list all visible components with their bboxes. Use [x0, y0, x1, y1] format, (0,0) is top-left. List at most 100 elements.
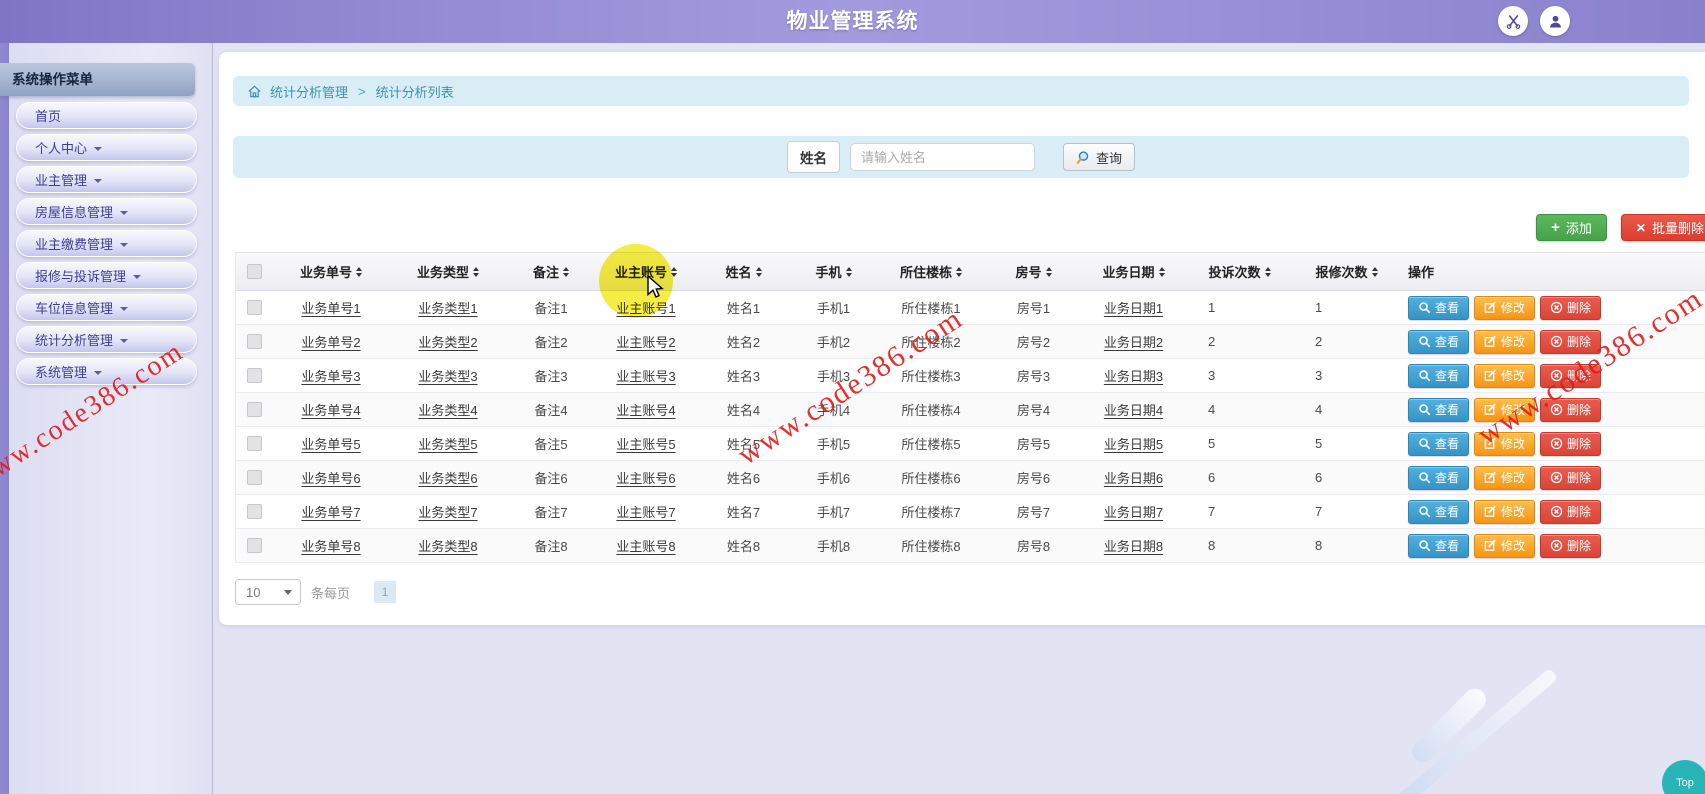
view-button[interactable]: 查看: [1408, 533, 1470, 558]
edit-button[interactable]: 修改: [1474, 533, 1536, 558]
edit-button[interactable]: 修改: [1474, 499, 1536, 524]
cell-owner-account[interactable]: 业主账号6: [596, 461, 696, 494]
row-checkbox[interactable]: [246, 368, 262, 383]
cell-business-type[interactable]: 业务类型7: [390, 495, 506, 528]
add-button[interactable]: + 添加: [1536, 214, 1607, 241]
sidebar-item-statistics-management[interactable]: 统计分析管理: [16, 326, 197, 353]
cell-owner-account[interactable]: 业主账号1: [596, 291, 696, 324]
cell-order-no[interactable]: 业务单号5: [272, 427, 390, 460]
pagination: 10 条每页 1: [235, 579, 1705, 605]
view-button[interactable]: 查看: [1408, 465, 1470, 490]
magnifier-icon: [1419, 472, 1431, 484]
cell-order-no[interactable]: 业务单号3: [272, 359, 390, 392]
row-checkbox[interactable]: [246, 334, 262, 349]
breadcrumb-parent[interactable]: 统计分析管理: [270, 82, 348, 101]
column-remark[interactable]: 备注: [506, 253, 596, 290]
delete-button[interactable]: 删除: [1540, 329, 1602, 354]
select-all-checkbox[interactable]: [246, 264, 262, 279]
cell-business-date[interactable]: 业务日期7: [1081, 495, 1186, 528]
cell-business-type[interactable]: 业务类型5: [390, 427, 506, 460]
row-checkbox[interactable]: [246, 436, 262, 451]
sidebar-item-system-management[interactable]: 系统管理: [16, 358, 197, 385]
cell-business-date[interactable]: 业务日期4: [1081, 393, 1186, 426]
column-room-no[interactable]: 房号: [986, 253, 1081, 290]
cell-owner-account[interactable]: 业主账号3: [596, 359, 696, 392]
sidebar-item-home[interactable]: 首页: [16, 102, 197, 129]
delete-button[interactable]: 删除: [1540, 431, 1602, 456]
cell-name: 姓名3: [726, 369, 761, 384]
cell-owner-account[interactable]: 业主账号7: [596, 495, 696, 528]
cell-order-no[interactable]: 业务单号7: [272, 495, 390, 528]
edit-button[interactable]: 修改: [1474, 465, 1536, 490]
cell-order-no[interactable]: 业务单号1: [272, 291, 390, 324]
batch-delete-button[interactable]: ✕ 批量删除: [1620, 214, 1705, 241]
cell-order-no[interactable]: 业务单号2: [272, 325, 390, 358]
cell-business-type[interactable]: 业务类型4: [390, 393, 506, 426]
cell-order-no[interactable]: 业务单号4: [272, 393, 390, 426]
edit-button[interactable]: 修改: [1474, 431, 1536, 456]
cell-business-date[interactable]: 业务日期8: [1081, 529, 1186, 562]
cell-order-no[interactable]: 业务单号6: [272, 461, 390, 494]
cell-owner-account[interactable]: 业主账号5: [596, 427, 696, 460]
column-business-date[interactable]: 业务日期: [1081, 253, 1186, 290]
column-business-type[interactable]: 业务类型: [390, 253, 506, 290]
delete-button[interactable]: 删除: [1540, 499, 1602, 524]
column-order-no[interactable]: 业务单号: [272, 253, 390, 290]
sidebar-item-owner-management[interactable]: 业主管理: [16, 166, 197, 193]
cell-business-type[interactable]: 业务类型3: [390, 359, 506, 392]
delete-button[interactable]: 删除: [1540, 465, 1602, 490]
cell-order-no[interactable]: 业务单号8: [272, 529, 390, 562]
view-button[interactable]: 查看: [1408, 329, 1470, 354]
view-button[interactable]: 查看: [1408, 397, 1470, 422]
magnifier-icon: [1419, 540, 1431, 552]
scissors-icon[interactable]: [1498, 6, 1528, 36]
edit-button[interactable]: 修改: [1474, 329, 1536, 354]
row-checkbox[interactable]: [246, 538, 262, 553]
back-to-top-button[interactable]: Top: [1662, 760, 1705, 794]
edit-icon: [1484, 301, 1496, 313]
user-icon[interactable]: [1540, 6, 1570, 36]
column-building[interactable]: 所住楼栋: [876, 253, 986, 290]
view-button[interactable]: 查看: [1408, 431, 1470, 456]
column-owner-account[interactable]: 业主账号: [596, 253, 696, 290]
delete-button[interactable]: 删除: [1540, 295, 1602, 320]
pagination-page-1[interactable]: 1: [374, 581, 397, 603]
cell-business-date[interactable]: 业务日期1: [1081, 291, 1186, 324]
cell-business-date[interactable]: 业务日期5: [1081, 427, 1186, 460]
cell-business-type[interactable]: 业务类型6: [390, 461, 506, 494]
view-button[interactable]: 查看: [1408, 295, 1470, 320]
sidebar-item-owner-payment-management[interactable]: 业主缴费管理: [16, 230, 197, 257]
edit-button[interactable]: 修改: [1474, 397, 1536, 422]
row-checkbox[interactable]: [246, 402, 262, 417]
view-button[interactable]: 查看: [1408, 363, 1470, 388]
sidebar-item-personal-center[interactable]: 个人中心: [16, 134, 197, 161]
row-checkbox[interactable]: [246, 300, 262, 315]
cell-business-date[interactable]: 业务日期6: [1081, 461, 1186, 494]
sidebar-item-parking-info-management[interactable]: 车位信息管理: [16, 294, 197, 321]
search-input[interactable]: [849, 143, 1035, 171]
edit-button[interactable]: 修改: [1474, 363, 1536, 388]
sidebar-item-house-info-management[interactable]: 房屋信息管理: [16, 198, 197, 225]
column-repair-count[interactable]: 报修次数: [1293, 253, 1400, 290]
cell-business-date[interactable]: 业务日期2: [1081, 325, 1186, 358]
cell-business-type[interactable]: 业务类型1: [390, 291, 506, 324]
cell-business-date[interactable]: 业务日期3: [1081, 359, 1186, 392]
cell-owner-account[interactable]: 业主账号2: [596, 325, 696, 358]
column-name[interactable]: 姓名: [696, 253, 791, 290]
row-checkbox[interactable]: [246, 504, 262, 519]
edit-button[interactable]: 修改: [1474, 295, 1536, 320]
delete-button[interactable]: 删除: [1540, 397, 1602, 422]
cell-business-type[interactable]: 业务类型2: [390, 325, 506, 358]
delete-button[interactable]: 删除: [1540, 363, 1602, 388]
cell-owner-account[interactable]: 业主账号4: [596, 393, 696, 426]
row-checkbox[interactable]: [246, 470, 262, 485]
cell-owner-account[interactable]: 业主账号8: [596, 529, 696, 562]
delete-button[interactable]: 删除: [1540, 533, 1602, 558]
search-button[interactable]: 查询: [1062, 143, 1135, 171]
view-button[interactable]: 查看: [1408, 499, 1470, 524]
column-complaint-count[interactable]: 投诉次数: [1186, 253, 1293, 290]
column-phone[interactable]: 手机: [791, 253, 876, 290]
cell-business-type[interactable]: 业务类型8: [390, 529, 506, 562]
page-size-select[interactable]: 10: [235, 579, 301, 605]
sidebar-item-repair-complaint-management[interactable]: 报修与投诉管理: [16, 262, 197, 289]
